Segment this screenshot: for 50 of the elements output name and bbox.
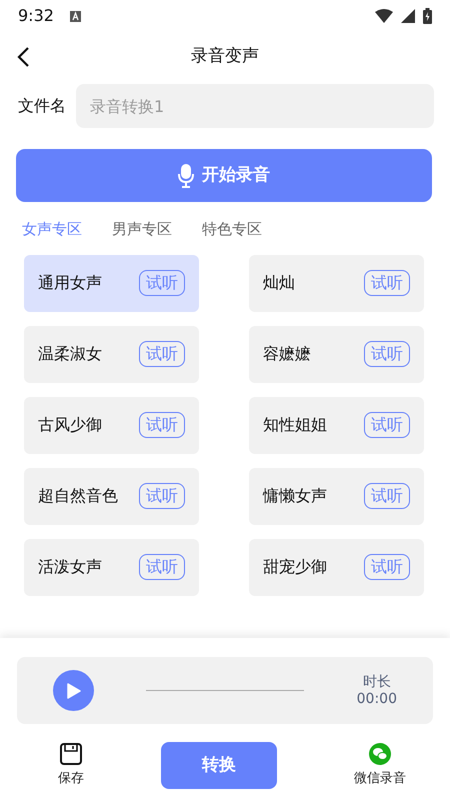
duration-label: 时长: [362, 674, 392, 690]
wifi-icon: [375, 9, 393, 23]
voice-name: 容嬷嬷: [263, 343, 311, 365]
voice-card[interactable]: 古风少御 试听: [24, 396, 199, 454]
wechat-record-button[interactable]: 微信录音: [354, 742, 406, 788]
voice-name: 超自然音色: [38, 485, 118, 507]
voice-card[interactable]: 通用女声 试听: [24, 254, 199, 312]
duration-value: 00:00: [356, 690, 397, 708]
play-icon: [66, 682, 80, 698]
voice-card[interactable]: 超自然音色 试听: [24, 468, 199, 524]
voice-card[interactable]: 知性姐姐 试听: [249, 396, 424, 454]
status-time: 9:32: [18, 5, 54, 27]
voice-card[interactable]: 温柔淑女 试听: [24, 326, 199, 382]
preview-button[interactable]: 试听: [139, 412, 185, 438]
voice-card[interactable]: 活泼女声 试听: [24, 538, 199, 596]
signal-icon: [401, 9, 415, 23]
play-button[interactable]: [53, 670, 94, 711]
battery-icon: [423, 8, 432, 24]
voice-name: 灿灿: [263, 272, 295, 294]
voice-name: 知性姐姐: [263, 414, 327, 436]
category-tab[interactable]: 女声专区: [22, 218, 82, 240]
voice-name: 活泼女声: [38, 556, 102, 578]
notification-icon: [70, 10, 81, 22]
voice-name: 温柔淑女: [38, 343, 102, 365]
preview-button[interactable]: 试听: [139, 554, 185, 580]
voice-card[interactable]: 甜宠少御 试听: [249, 538, 424, 596]
voice-name: 慵懒女声: [263, 485, 327, 507]
microphone-icon: [178, 164, 194, 188]
category-tab[interactable]: 男声专区: [112, 218, 172, 240]
preview-button[interactable]: 试听: [364, 340, 410, 368]
voice-card[interactable]: 容嬷嬷 试听: [249, 326, 424, 382]
preview-button[interactable]: 试听: [139, 482, 185, 510]
voice-card[interactable]: 灿灿 试听: [249, 254, 424, 312]
preview-button[interactable]: 试听: [364, 554, 410, 580]
voice-name: 甜宠少御: [263, 556, 327, 578]
file-name-label: 文件名: [17, 95, 66, 117]
voice-name: 通用女声: [38, 272, 102, 294]
preview-button[interactable]: 试听: [364, 482, 410, 510]
voice-card[interactable]: 慵懒女声 试听: [249, 468, 424, 524]
save-button[interactable]: 保存: [58, 742, 84, 788]
chat-bubbles-icon: [369, 742, 391, 765]
file-name-field[interactable]: 录音转换1: [76, 84, 434, 128]
start-recording-button[interactable]: 开始录音: [16, 149, 432, 202]
page-title: 录音变声: [191, 45, 259, 68]
preview-button[interactable]: 试听: [139, 340, 185, 368]
convert-button[interactable]: 转换: [161, 742, 277, 789]
voice-name: 古风少御: [38, 414, 102, 436]
preview-button[interactable]: 试听: [364, 270, 410, 296]
preview-button[interactable]: 试听: [364, 412, 410, 438]
category-tab[interactable]: 特色专区: [202, 218, 262, 240]
